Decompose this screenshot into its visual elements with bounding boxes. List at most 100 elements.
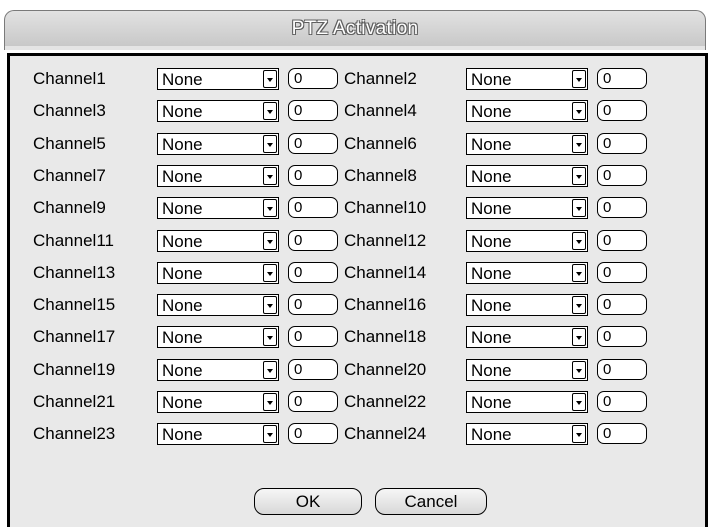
protocol-select-value: None (471, 70, 512, 89)
protocol-select[interactable]: None (157, 326, 279, 348)
channel-row: Channel17 None 0 Channel18 None 0 (10, 323, 705, 350)
chevron-down-icon[interactable] (572, 264, 586, 282)
protocol-select[interactable]: None (466, 230, 588, 252)
protocol-select[interactable]: None (157, 294, 279, 316)
channel-label: Channel20 (344, 360, 427, 379)
protocol-select[interactable]: None (157, 359, 279, 381)
protocol-select[interactable]: None (466, 294, 588, 316)
chevron-down-icon[interactable] (263, 361, 277, 379)
chevron-down-icon[interactable] (263, 135, 277, 153)
preset-number-value: 0 (294, 264, 303, 281)
chevron-down-icon[interactable] (263, 328, 277, 346)
channel-row: Channel11 None 0 Channel12 None 0 (10, 227, 705, 254)
preset-number-field[interactable]: 0 (288, 100, 338, 121)
chevron-down-icon[interactable] (572, 296, 586, 314)
protocol-select[interactable]: None (466, 326, 588, 348)
protocol-select[interactable]: None (466, 197, 588, 219)
preset-number-value: 0 (603, 328, 612, 345)
preset-number-field[interactable]: 0 (597, 359, 647, 380)
chevron-down-icon[interactable] (572, 232, 586, 250)
preset-number-value: 0 (294, 70, 303, 87)
preset-number-field[interactable]: 0 (597, 100, 647, 121)
protocol-select[interactable]: None (157, 165, 279, 187)
preset-number-field[interactable]: 0 (288, 197, 338, 218)
protocol-select[interactable]: None (466, 133, 588, 155)
protocol-select-value: None (162, 199, 203, 218)
channel-label: Channel2 (344, 69, 417, 88)
protocol-select[interactable]: None (157, 262, 279, 284)
preset-number-value: 0 (294, 296, 303, 313)
chevron-down-icon[interactable] (263, 167, 277, 185)
protocol-select[interactable]: None (466, 165, 588, 187)
preset-number-field[interactable]: 0 (597, 133, 647, 154)
preset-number-field[interactable]: 0 (597, 68, 647, 89)
ptz-activation-dialog: PTZ Activation OK Cancel Channel1 None 0 Ch… (0, 0, 712, 527)
protocol-select-value: None (162, 167, 203, 186)
preset-number-field[interactable]: 0 (288, 391, 338, 412)
preset-number-field[interactable]: 0 (288, 262, 338, 283)
protocol-select-value: None (471, 328, 512, 347)
protocol-select-value: None (162, 425, 203, 444)
preset-number-field[interactable]: 0 (597, 165, 647, 186)
chevron-down-icon[interactable] (263, 296, 277, 314)
protocol-select[interactable]: None (466, 262, 588, 284)
preset-number-field[interactable]: 0 (597, 423, 647, 444)
chevron-down-icon[interactable] (263, 102, 277, 120)
channel-row: Channel13 None 0 Channel14 None 0 (10, 259, 705, 286)
protocol-select[interactable]: None (466, 423, 588, 445)
cancel-button[interactable]: Cancel (375, 488, 487, 515)
chevron-down-icon[interactable] (263, 70, 277, 88)
protocol-select[interactable]: None (466, 391, 588, 413)
chevron-down-icon[interactable] (572, 425, 586, 443)
preset-number-field[interactable]: 0 (288, 359, 338, 380)
preset-number-value: 0 (294, 361, 303, 378)
protocol-select[interactable]: None (466, 68, 588, 90)
chevron-down-icon[interactable] (572, 393, 586, 411)
protocol-select[interactable]: None (157, 133, 279, 155)
chevron-down-icon[interactable] (572, 361, 586, 379)
chevron-down-icon[interactable] (263, 199, 277, 217)
protocol-select[interactable]: None (157, 423, 279, 445)
preset-number-field[interactable]: 0 (288, 165, 338, 186)
chevron-down-icon[interactable] (572, 135, 586, 153)
protocol-select[interactable]: None (157, 100, 279, 122)
preset-number-field[interactable]: 0 (597, 197, 647, 218)
protocol-select[interactable]: None (157, 230, 279, 252)
protocol-select[interactable]: None (157, 391, 279, 413)
chevron-down-icon[interactable] (572, 328, 586, 346)
channel-row: Channel21 None 0 Channel22 None 0 (10, 388, 705, 415)
preset-number-field[interactable]: 0 (597, 230, 647, 251)
protocol-select[interactable]: None (466, 100, 588, 122)
protocol-select[interactable]: None (157, 197, 279, 219)
preset-number-field[interactable]: 0 (288, 230, 338, 251)
protocol-select[interactable]: None (157, 68, 279, 90)
preset-number-field[interactable]: 0 (288, 133, 338, 154)
preset-number-field[interactable]: 0 (597, 262, 647, 283)
channel-label: Channel21 (33, 392, 116, 411)
preset-number-field[interactable]: 0 (597, 391, 647, 412)
preset-number-field[interactable]: 0 (288, 423, 338, 444)
chevron-down-icon[interactable] (263, 393, 277, 411)
chevron-down-icon[interactable] (572, 167, 586, 185)
preset-number-field[interactable]: 0 (288, 294, 338, 315)
chevron-down-icon[interactable] (263, 232, 277, 250)
protocol-select-value: None (162, 361, 203, 380)
chevron-down-icon[interactable] (263, 264, 277, 282)
preset-number-field[interactable]: 0 (288, 326, 338, 347)
channel-label: Channel10 (344, 198, 427, 217)
chevron-down-icon[interactable] (572, 70, 586, 88)
protocol-select-value: None (471, 264, 512, 283)
chevron-down-icon[interactable] (263, 425, 277, 443)
channel-row: Channel15 None 0 Channel16 None 0 (10, 291, 705, 318)
preset-number-value: 0 (294, 232, 303, 249)
ok-button[interactable]: OK (254, 488, 362, 515)
protocol-select[interactable]: None (466, 359, 588, 381)
chevron-down-icon[interactable] (572, 199, 586, 217)
preset-number-value: 0 (603, 425, 612, 442)
preset-number-field[interactable]: 0 (597, 326, 647, 347)
protocol-select-value: None (162, 328, 203, 347)
channel-row: Channel3 None 0 Channel4 None 0 (10, 97, 705, 124)
chevron-down-icon[interactable] (572, 102, 586, 120)
preset-number-field[interactable]: 0 (597, 294, 647, 315)
preset-number-field[interactable]: 0 (288, 68, 338, 89)
